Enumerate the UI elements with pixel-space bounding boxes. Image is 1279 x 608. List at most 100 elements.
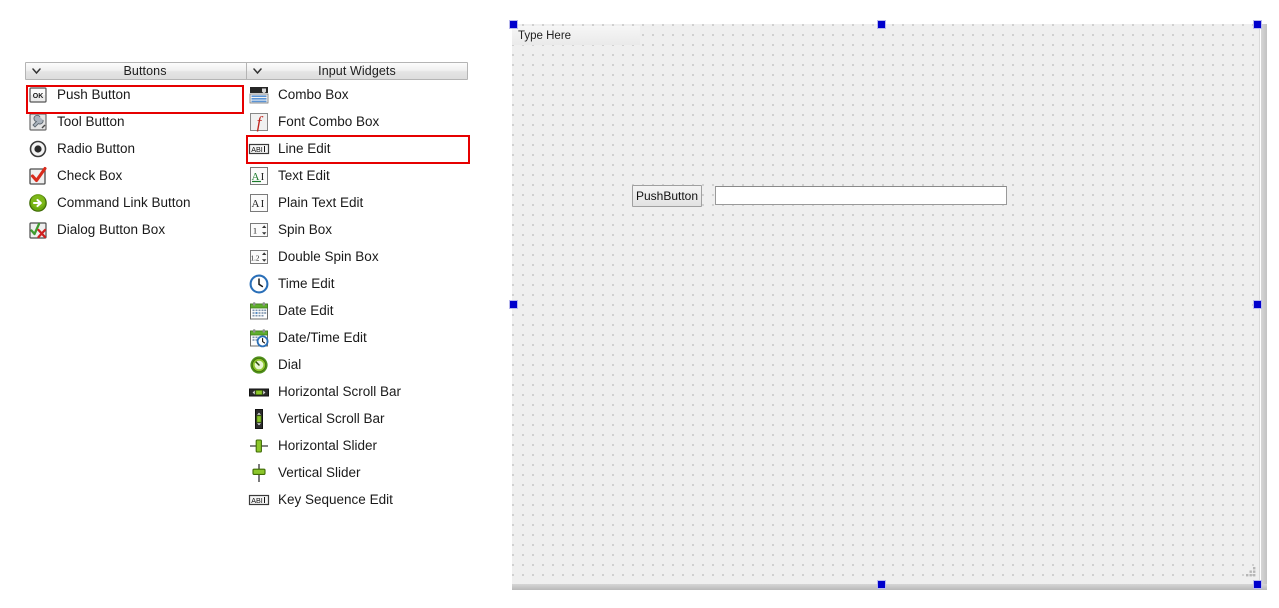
svg-text:I: I: [261, 171, 265, 183]
selection-handle-top-left[interactable]: [509, 20, 518, 29]
widget-box-input-widgets-section: Input Widgets Combo Box f Font Combo Box…: [246, 62, 468, 513]
widget-box-buttons-section: Buttons OK Push Button Tool Button Radio…: [25, 62, 265, 243]
selection-handle-bottom-right[interactable]: [1253, 580, 1262, 589]
widget-item-date-edit[interactable]: Date Edit: [246, 297, 468, 324]
widget-item-double-spin-box[interactable]: 1.2 Double Spin Box: [246, 243, 468, 270]
widget-item-key-sequence-edit[interactable]: ABI Key Sequence Edit: [246, 486, 468, 513]
widget-item-label: Line Edit: [278, 141, 331, 156]
form-resize-grip[interactable]: [1244, 566, 1258, 580]
widget-item-time-edit[interactable]: Time Edit: [246, 270, 468, 297]
widget-item-line-edit[interactable]: ABI Line Edit: [246, 135, 468, 162]
qt-designer-window: Buttons OK Push Button Tool Button Radio…: [0, 0, 1279, 608]
command-link-button-icon: [27, 192, 49, 214]
form-push-button-widget[interactable]: PushButton: [632, 185, 702, 207]
widget-item-text-edit[interactable]: A I Text Edit: [246, 162, 468, 189]
widget-item-radio-button[interactable]: Radio Button: [25, 135, 265, 162]
buttons-item-list: OK Push Button Tool Button Radio Button …: [25, 81, 265, 243]
spin-box-icon: 1: [248, 219, 270, 241]
date-time-edit-icon: [248, 327, 270, 349]
push-button-icon: OK: [27, 84, 49, 106]
widget-item-label: Time Edit: [278, 276, 335, 291]
chevron-down-icon: [252, 66, 263, 77]
widget-item-label: Combo Box: [278, 87, 349, 102]
widget-item-dialog-button-box[interactable]: Dialog Button Box: [25, 216, 265, 243]
svg-text:I: I: [261, 198, 265, 210]
widget-item-label: Check Box: [57, 168, 123, 183]
widget-item-spin-box[interactable]: 1 Spin Box: [246, 216, 468, 243]
date-edit-icon: [248, 300, 270, 322]
vertical-slider-icon: [248, 462, 270, 484]
form-canvas[interactable]: [512, 24, 1260, 584]
combo-box-icon: [248, 84, 270, 106]
widget-item-label: Command Link Button: [57, 195, 191, 210]
input-widgets-section-title: Input Widgets: [318, 64, 396, 78]
widget-item-label: Radio Button: [57, 141, 136, 156]
input-widgets-section-header[interactable]: Input Widgets: [246, 62, 468, 80]
widget-item-date-time-edit[interactable]: Date/Time Edit: [246, 324, 468, 351]
selection-handle-top-right[interactable]: [1253, 20, 1262, 29]
widget-item-label: Tool Button: [57, 114, 125, 129]
key-sequence-edit-icon: ABI: [248, 489, 270, 511]
buttons-section-title: Buttons: [123, 64, 167, 78]
line-edit-icon: ABI: [248, 138, 270, 160]
svg-text:1: 1: [253, 225, 257, 235]
widget-item-label: Vertical Slider: [278, 465, 361, 480]
selection-handle-bottom-center[interactable]: [877, 580, 886, 589]
input-widgets-item-list: Combo Box f Font Combo Box ABI Line Edit…: [246, 81, 468, 513]
time-edit-icon: [248, 273, 270, 295]
widget-item-vertical-slider[interactable]: Vertical Slider: [246, 459, 468, 486]
widget-item-label: Dialog Button Box: [57, 222, 166, 237]
widget-item-check-box[interactable]: Check Box: [25, 162, 265, 189]
horizontal-scroll-bar-icon: [248, 381, 270, 403]
widget-item-label: Date Edit: [278, 303, 334, 318]
menubar-type-here-placeholder[interactable]: Type Here: [518, 30, 571, 42]
widget-item-dial[interactable]: Dial: [246, 351, 468, 378]
selection-handle-top-center[interactable]: [877, 20, 886, 29]
selection-handle-middle-left[interactable]: [509, 300, 518, 309]
buttons-section-header[interactable]: Buttons: [25, 62, 265, 80]
vertical-scroll-bar-icon: [248, 408, 270, 430]
widget-item-font-combo-box[interactable]: f Font Combo Box: [246, 108, 468, 135]
svg-text:A: A: [252, 198, 260, 210]
widget-item-vertical-scroll-bar[interactable]: Vertical Scroll Bar: [246, 405, 468, 432]
tool-button-icon: [27, 111, 49, 133]
widget-item-label: Key Sequence Edit: [278, 492, 393, 507]
widget-item-label: Vertical Scroll Bar: [278, 411, 385, 426]
form-menubar[interactable]: Type Here: [512, 26, 640, 45]
widget-item-label: Horizontal Slider: [278, 438, 378, 453]
widget-item-tool-button[interactable]: Tool Button: [25, 108, 265, 135]
widget-item-label: Dial: [278, 357, 302, 372]
check-box-icon: [27, 165, 49, 187]
form-horizontal-scrollbar[interactable]: [512, 584, 1267, 590]
widget-item-combo-box[interactable]: Combo Box: [246, 81, 468, 108]
horizontal-slider-icon: [248, 435, 270, 457]
svg-text:1.2: 1.2: [251, 254, 260, 262]
widget-item-label: Text Edit: [278, 168, 330, 183]
svg-text:ABI: ABI: [251, 145, 263, 154]
dial-icon: [248, 354, 270, 376]
widget-item-horizontal-scroll-bar[interactable]: Horizontal Scroll Bar: [246, 378, 468, 405]
widget-item-label: Push Button: [57, 87, 131, 102]
chevron-down-icon: [31, 66, 42, 77]
widget-item-push-button[interactable]: OK Push Button: [25, 81, 265, 108]
selection-handle-middle-right[interactable]: [1253, 300, 1262, 309]
dialog-button-box-icon: [27, 219, 49, 241]
widget-item-label: Date/Time Edit: [278, 330, 367, 345]
push-button-text: PushButton: [635, 189, 699, 203]
widget-item-horizontal-slider[interactable]: Horizontal Slider: [246, 432, 468, 459]
double-spin-box-icon: 1.2: [248, 246, 270, 268]
widget-item-label: Font Combo Box: [278, 114, 380, 129]
plain-text-edit-icon: A I: [248, 192, 270, 214]
widget-item-command-link-button[interactable]: Command Link Button: [25, 189, 265, 216]
radio-button-icon: [27, 138, 49, 160]
widget-item-label: Plain Text Edit: [278, 195, 364, 210]
widget-item-label: Horizontal Scroll Bar: [278, 384, 402, 399]
widget-item-plain-text-edit[interactable]: A I Plain Text Edit: [246, 189, 468, 216]
font-combo-box-icon: f: [248, 111, 270, 133]
widget-item-label: Spin Box: [278, 222, 333, 237]
widget-item-label: Double Spin Box: [278, 249, 379, 264]
svg-text:ABI: ABI: [251, 496, 263, 505]
form-line-edit-widget[interactable]: [715, 186, 1007, 205]
svg-text:OK: OK: [33, 93, 44, 100]
text-edit-icon: A I: [248, 165, 270, 187]
